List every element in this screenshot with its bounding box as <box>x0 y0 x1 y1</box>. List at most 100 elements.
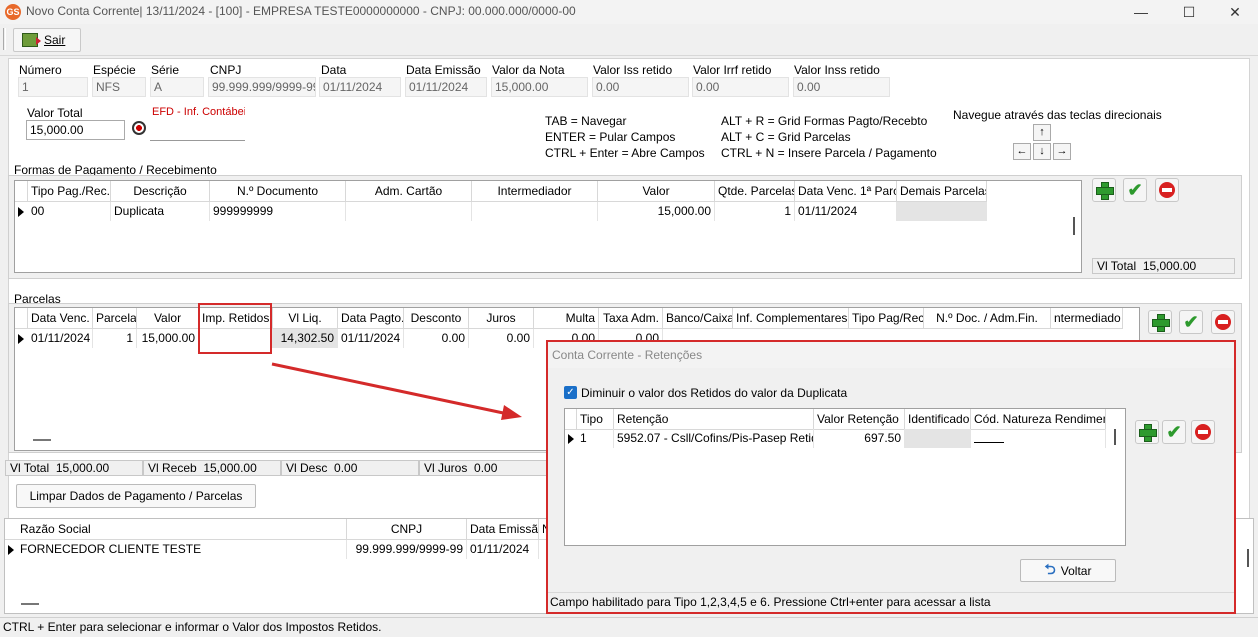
formas-cell[interactable]: 01/11/2024 <box>795 202 897 221</box>
clear-payment-button[interactable]: Limpar Dados de Pagamento / Parcelas <box>16 484 256 508</box>
parcelas-col-header[interactable]: Inf. Complementares <box>733 308 849 329</box>
parcelas-cell[interactable]: 1 <box>93 329 137 348</box>
formas-cell[interactable]: 1 <box>715 202 795 221</box>
formas-col-header[interactable]: N.º Documento <box>210 181 346 202</box>
numero-label: Número <box>19 63 62 77</box>
target-icon[interactable] <box>132 121 146 135</box>
remove-parcela-button[interactable] <box>1211 310 1235 334</box>
confirm-forma-button[interactable]: ✔ <box>1123 178 1147 202</box>
fornecedor-cell[interactable]: FORNECEDOR CLIENTE TESTE <box>17 540 347 559</box>
plus-icon <box>1152 314 1170 332</box>
formas-cell[interactable]: Duplicata <box>111 202 210 221</box>
formas-cell[interactable] <box>897 202 987 221</box>
parcelas-col-header[interactable]: Tipo Pag/Rec <box>849 308 924 329</box>
valor-irrf-field[interactable]: 0.00 <box>692 77 789 97</box>
parcelas-col-header[interactable]: Valor <box>137 308 199 329</box>
formas-cell[interactable] <box>472 202 598 221</box>
remove-forma-button[interactable] <box>1155 178 1179 202</box>
arrow-right-icon[interactable]: → <box>1053 143 1071 160</box>
parcelas-col-header[interactable]: Data Venc. <box>28 308 93 329</box>
parcelas-cell[interactable]: 0.00 <box>469 329 534 348</box>
parcelas-cell[interactable]: 0.00 <box>404 329 469 348</box>
scroll-thumb[interactable] <box>1247 549 1249 567</box>
add-parcela-button[interactable] <box>1148 310 1172 334</box>
data-emissao-field[interactable]: 01/11/2024 <box>405 77 487 97</box>
parcelas-indicator-header <box>15 308 28 329</box>
parcelas-receb: Vl Receb 15,000.00 <box>143 460 281 476</box>
parcelas-cell[interactable]: 01/11/2024 <box>338 329 404 348</box>
numero-field[interactable]: 1 <box>18 77 88 97</box>
especie-field[interactable]: NFS <box>92 77 146 97</box>
parcelas-col-header[interactable]: Desconto <box>404 308 469 329</box>
minimize-button[interactable]: — <box>1118 0 1164 24</box>
total-label: Vl Juros <box>424 461 468 475</box>
arrow-up-icon[interactable]: ↑ <box>1033 124 1051 141</box>
formas-col-header[interactable]: Demais Parcelas <box>897 181 987 202</box>
scroll-thumb[interactable] <box>33 439 51 441</box>
formas-grid[interactable]: Tipo Pag./Rec. Descrição N.º Documento A… <box>14 180 1082 273</box>
total-label: Vl Desc <box>286 461 328 475</box>
formas-cell[interactable]: 00 <box>28 202 111 221</box>
shortcut-tab: TAB = Navegar <box>545 114 627 128</box>
parcelas-col-header[interactable]: Multa <box>534 308 599 329</box>
arrow-down-icon[interactable]: ↓ <box>1033 143 1051 160</box>
toolbar-grip <box>3 28 6 50</box>
scroll-thumb[interactable] <box>21 603 39 605</box>
fornecedor-cell[interactable]: 99.999.999/9999-99 <box>347 540 467 559</box>
maximize-button[interactable]: ☐ <box>1166 0 1212 24</box>
close-button[interactable]: ✕ <box>1212 0 1258 24</box>
valor-inss-field[interactable]: 0.00 <box>793 77 890 97</box>
formas-col-header[interactable]: Intermediador <box>472 181 598 202</box>
formas-cell[interactable]: 999999999 <box>210 202 346 221</box>
formas-cell[interactable]: 15,000.00 <box>598 202 715 221</box>
data-label: Data <box>321 63 347 77</box>
total-value: 15,000.00 <box>55 461 110 475</box>
parcelas-col-header[interactable]: N.º Doc. / Adm.Fin. <box>924 308 1051 329</box>
fornecedor-cell[interactable]: 01/11/2024 <box>467 540 539 559</box>
formas-col-header[interactable]: Descrição <box>111 181 210 202</box>
valor-inss-label: Valor Inss retido <box>794 63 880 77</box>
arrow-left-icon[interactable]: ← <box>1013 143 1031 160</box>
check-icon: ✔ <box>1183 312 1199 332</box>
row-pointer-icon <box>8 545 14 555</box>
data-field[interactable]: 01/11/2024 <box>319 77 401 97</box>
formas-col-header[interactable]: Qtde. Parcelas <box>715 181 795 202</box>
exit-button[interactable]: Sair <box>13 28 81 52</box>
valor-nota-field[interactable]: 15,000.00 <box>491 77 588 97</box>
cnpj-field[interactable]: 99.999.999/9999-99 <box>208 77 316 97</box>
valor-total-field[interactable]: 15,000.00 <box>26 120 125 140</box>
data-emissao-label: Data Emissão <box>406 63 481 77</box>
parcelas-col-header[interactable]: Banco/Caixa <box>663 308 733 329</box>
formas-col-header[interactable]: Valor <box>598 181 715 202</box>
formas-cell[interactable] <box>346 202 472 221</box>
serie-field[interactable]: A <box>150 77 204 97</box>
parcelas-col-header[interactable]: Data Pagto. <box>338 308 404 329</box>
parcelas-cell[interactable]: 15,000.00 <box>137 329 199 348</box>
row-pointer-icon <box>18 207 24 217</box>
window-title: Novo Conta Corrente| 13/11/2024 - [100] … <box>26 4 576 18</box>
parcelas-cell[interactable]: 01/11/2024 <box>28 329 93 348</box>
app-logo-icon: GS <box>5 4 21 20</box>
scroll-thumb[interactable] <box>1073 217 1075 235</box>
parcelas-col-header[interactable]: Taxa Adm. <box>599 308 663 329</box>
exit-door-icon <box>22 33 41 47</box>
formas-col-header[interactable]: Data Venc. 1ª Parc. <box>795 181 897 202</box>
check-icon: ✔ <box>1127 180 1143 200</box>
formas-col-header[interactable]: Adm. Cartão <box>346 181 472 202</box>
valor-iss-field[interactable]: 0.00 <box>592 77 689 97</box>
parcelas-col-header[interactable]: Juros <box>469 308 534 329</box>
parcelas-cell[interactable]: 14,302.50 <box>273 329 338 348</box>
total-value: 15,000.00 <box>203 461 257 475</box>
fornecedor-col-header[interactable]: CNPJ <box>347 519 467 540</box>
formas-col-header[interactable]: Tipo Pag./Rec. <box>28 181 111 202</box>
fornecedor-col-header[interactable]: Data Emissão <box>467 519 539 540</box>
fornecedor-col-header[interactable]: Razão Social <box>17 519 347 540</box>
add-forma-button[interactable] <box>1092 178 1116 202</box>
parcelas-col-header[interactable]: Parcela <box>93 308 137 329</box>
valor-irrf-label: Valor Irrf retido <box>693 63 772 77</box>
parcelas-col-header[interactable]: ntermediado <box>1051 308 1123 329</box>
efd-link[interactable]: EFD - Inf. Contábeis <box>150 105 245 141</box>
parcelas-col-header[interactable]: Vl Liq. <box>273 308 338 329</box>
confirm-parcela-button[interactable]: ✔ <box>1179 310 1203 334</box>
formas-total-label: Vl Total <box>1097 259 1137 273</box>
